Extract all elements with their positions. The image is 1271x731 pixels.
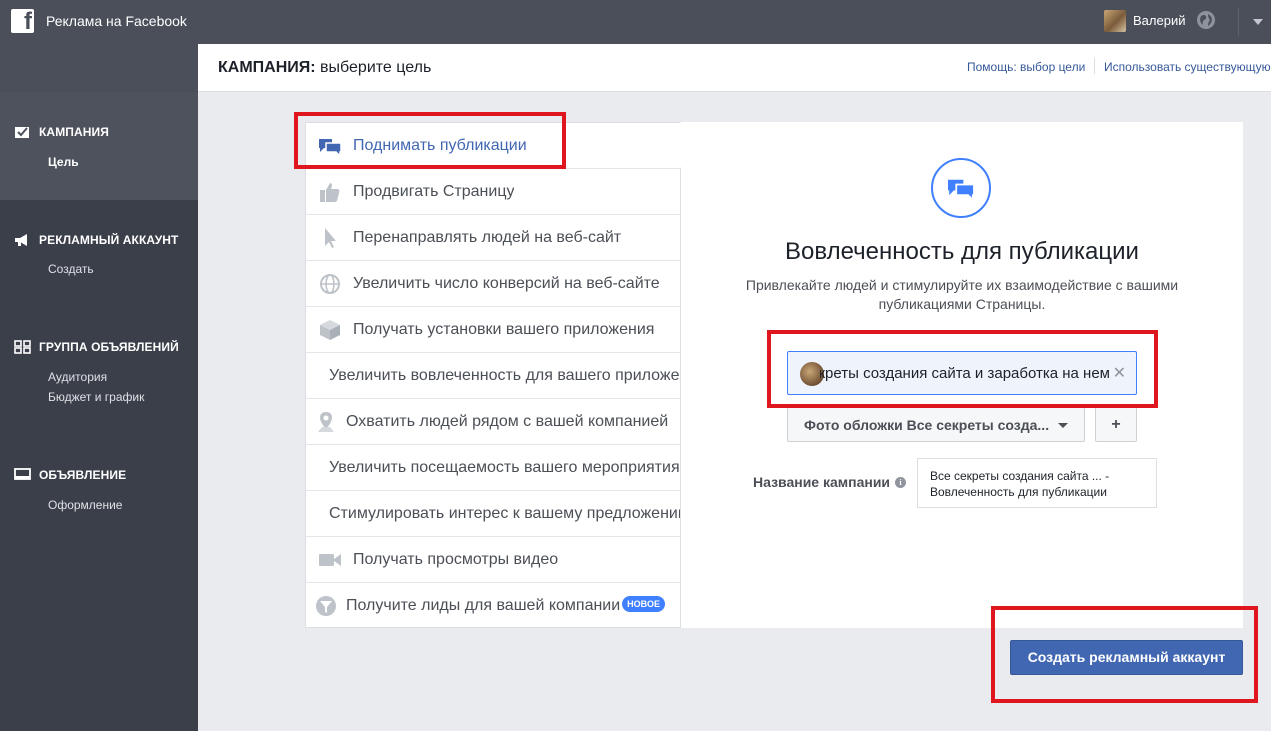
post-select-dropdown[interactable]: Фото обложки Все секреты созда... bbox=[787, 407, 1085, 442]
sidebar-group-ad-account: РЕКЛАМНЫЙ АККАУНТ Создать bbox=[0, 200, 198, 300]
sidebar-item-audience[interactable]: Аудитория bbox=[48, 370, 107, 384]
sidebar-item-design[interactable]: Оформление bbox=[48, 498, 122, 512]
objective-title: Вовлеченность для публикации bbox=[785, 238, 1139, 265]
objective-conversions[interactable]: Увеличить число конверсий на веб-сайте bbox=[306, 261, 680, 307]
objective-description: Привлекайте людей и стимулируйте их взаи… bbox=[745, 277, 1179, 312]
app-title[interactable]: Реклама на Facebook bbox=[46, 13, 187, 29]
sidebar-head-campaign[interactable]: КАМПАНИЯ bbox=[14, 125, 109, 139]
objective-local-awareness[interactable]: Охватить людей рядом с вашей компанией bbox=[306, 399, 680, 445]
sidebar-group-ad-set: ГРУППА ОБЪЯВЛЕНИЙ Аудитория Бюджет и гра… bbox=[0, 308, 198, 418]
highlight-box-objective bbox=[294, 112, 566, 169]
sidebar-group-ad: ОБЪЯВЛЕНИЕ Оформление bbox=[0, 436, 198, 536]
header-divider bbox=[1094, 58, 1095, 74]
new-badge: НОВОЕ bbox=[622, 596, 665, 612]
megaphone-icon bbox=[15, 234, 27, 246]
sidebar-item-budget[interactable]: Бюджет и график bbox=[48, 390, 144, 404]
help-link[interactable]: Помощь: выбор цели bbox=[967, 60, 1085, 74]
objective-website-traffic[interactable]: Перенаправлять людей на веб-сайт bbox=[306, 215, 680, 261]
top-bar: f Реклама на Facebook Валерий bbox=[0, 0, 1271, 44]
objective-promote-page[interactable]: Продвигать Страницу bbox=[306, 169, 680, 215]
objective-icon-circle bbox=[931, 158, 991, 218]
objective-offer-claims[interactable]: Стимулировать интерес к вашему предложен… bbox=[306, 491, 680, 537]
box-icon bbox=[319, 319, 340, 340]
sidebar-head-ad-account[interactable]: РЕКЛАМНЫЙ АККАУНТ bbox=[14, 233, 178, 247]
chevron-down-icon[interactable] bbox=[1253, 19, 1263, 25]
objective-lead-generation[interactable]: Получите лиды для вашей компании НОВОЕ bbox=[306, 583, 680, 629]
campaign-header: КАМПАНИЯ: выберите цель Помощь: выбор це… bbox=[198, 44, 1271, 92]
highlight-box-create-button bbox=[991, 606, 1258, 703]
add-post-button[interactable]: + bbox=[1095, 407, 1137, 442]
objective-app-engagement[interactable]: Увеличить вовлеченность для вашего прило… bbox=[306, 353, 680, 399]
cursor-icon bbox=[324, 227, 336, 248]
video-camera-icon bbox=[318, 553, 341, 566]
sidebar-group-campaign[interactable]: КАМПАНИЯ Цель bbox=[0, 92, 198, 200]
objective-video-views[interactable]: Получать просмотры видео bbox=[306, 537, 680, 583]
use-existing-link[interactable]: Использовать существующую bbox=[1104, 60, 1271, 74]
funnel-icon bbox=[316, 596, 336, 616]
grid-icon bbox=[14, 340, 31, 354]
campaign-name-label: Название кампании i bbox=[753, 474, 907, 490]
speech-bubbles-icon bbox=[948, 179, 975, 201]
thumbs-up-icon bbox=[319, 182, 339, 202]
map-pin-icon bbox=[318, 411, 334, 432]
monitor-icon bbox=[14, 468, 31, 480]
sidebar: КАМПАНИЯ Цель РЕКЛАМНЫЙ АККАУНТ Создать … bbox=[0, 44, 198, 731]
objective-app-installs[interactable]: Получать установки вашего приложения bbox=[306, 307, 680, 353]
sidebar-item-goal[interactable]: Цель bbox=[48, 155, 79, 169]
sidebar-head-ad[interactable]: ОБЪЯВЛЕНИЕ bbox=[14, 468, 126, 482]
chevron-down-icon bbox=[1058, 423, 1068, 428]
globe-icon bbox=[319, 273, 340, 294]
campaign-check-icon bbox=[15, 127, 29, 138]
facebook-logo-icon[interactable]: f bbox=[11, 8, 34, 35]
objective-event-responses[interactable]: Увеличить посещаемость вашего мероприяти… bbox=[306, 445, 680, 491]
objective-list: Поднимать публикации Продвигать Страницу… bbox=[305, 122, 681, 628]
sidebar-top bbox=[0, 44, 198, 92]
globe-icon[interactable] bbox=[1196, 10, 1216, 30]
user-name[interactable]: Валерий bbox=[1133, 13, 1185, 28]
highlight-box-page-input bbox=[767, 330, 1158, 408]
top-divider bbox=[1238, 8, 1239, 36]
sidebar-item-create[interactable]: Создать bbox=[48, 262, 94, 276]
info-icon[interactable]: i bbox=[895, 476, 907, 488]
campaign-name-field[interactable]: Все секреты создания сайта ... - Вовлече… bbox=[917, 458, 1157, 508]
sidebar-head-ad-set[interactable]: ГРУППА ОБЪЯВЛЕНИЙ bbox=[14, 340, 179, 354]
user-avatar[interactable] bbox=[1104, 10, 1126, 32]
page-title: КАМПАНИЯ: выберите цель bbox=[218, 59, 432, 76]
